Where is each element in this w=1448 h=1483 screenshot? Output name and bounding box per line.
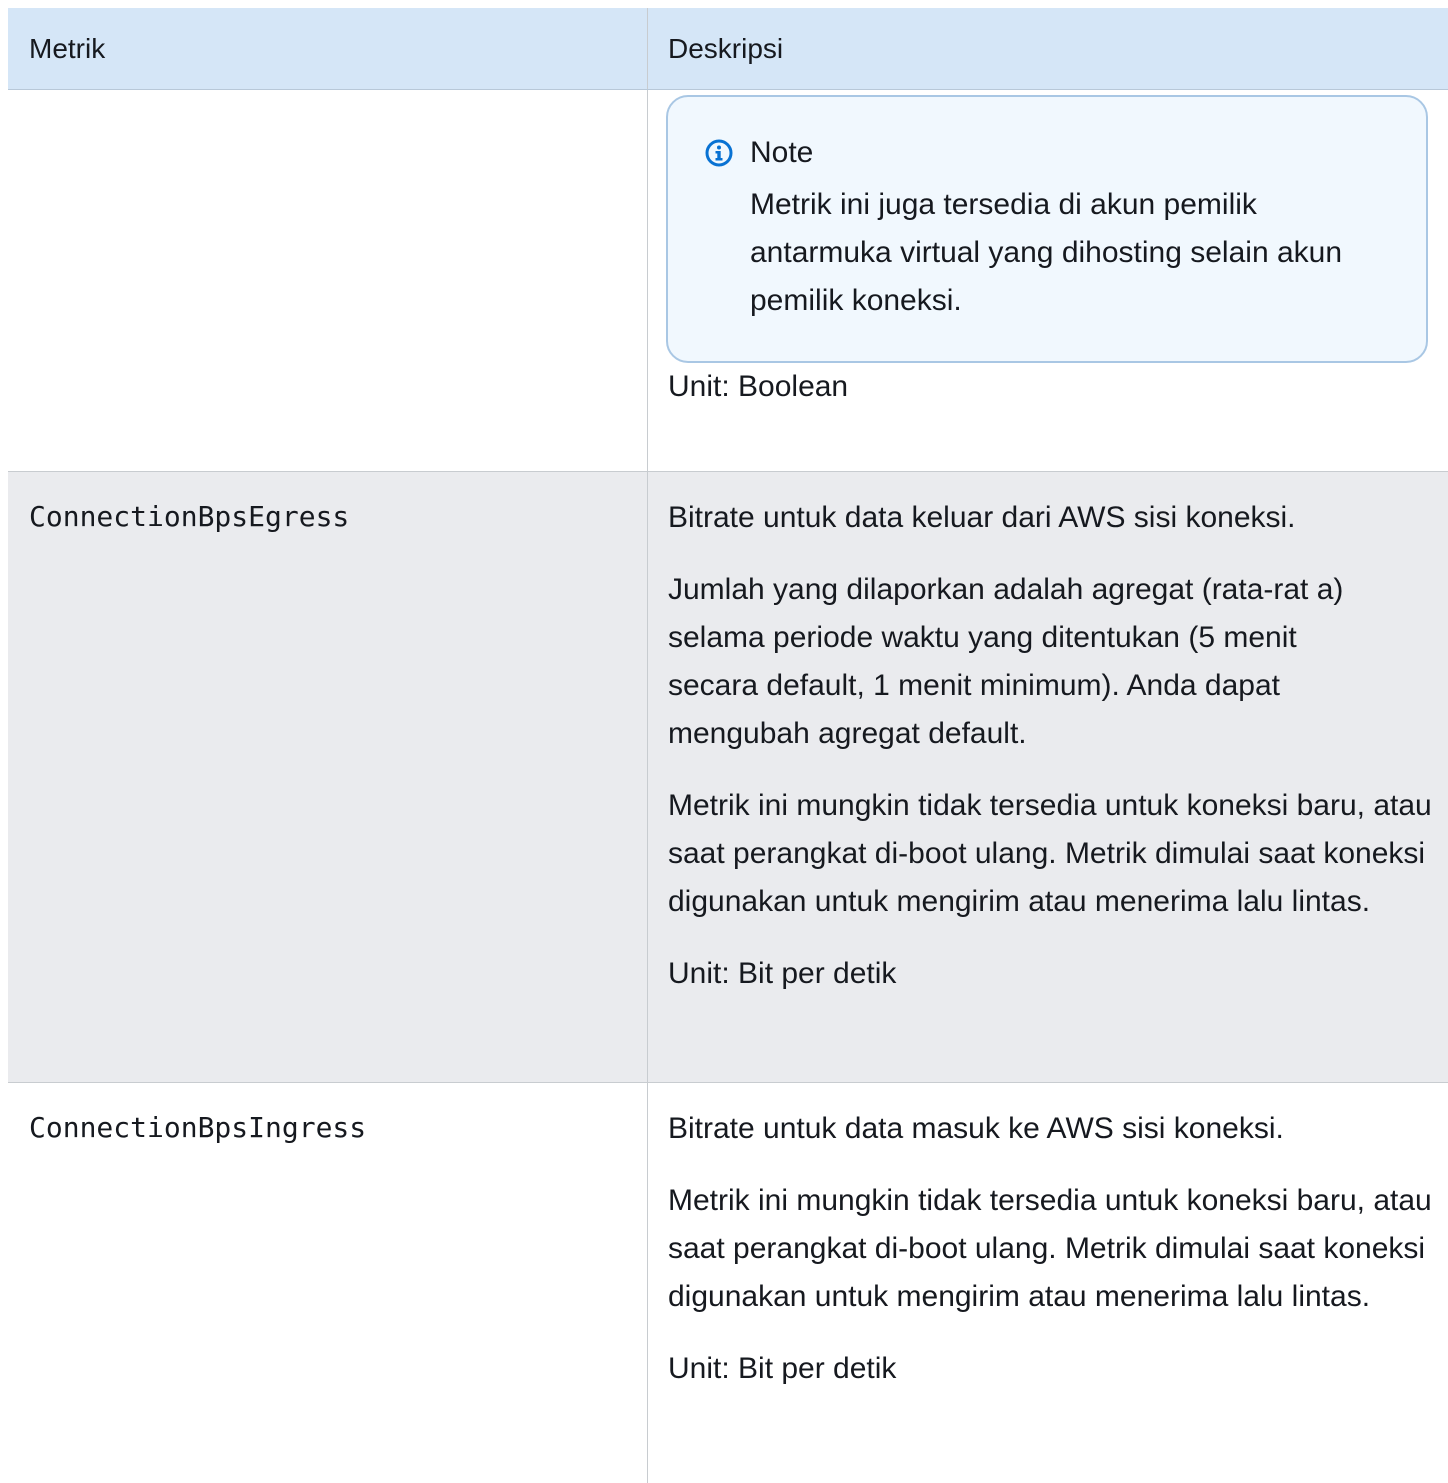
description-paragraph: Metrik ini mungkin tidak tersedia untuk … [668, 1184, 1432, 1313]
description-paragraph: Bitrate untuk data masuk ke AWS sisi kon… [668, 1112, 1284, 1145]
note-header: Note [704, 133, 1396, 173]
metric-name: ConnectionBpsEgress [29, 500, 350, 533]
unit-text: Unit: Bit per detik [668, 1352, 897, 1385]
metrics-table: Metrik Deskripsi Note Metrik ini juga te… [8, 8, 1448, 1483]
table-row: ConnectionBpsEgress Bitrate untuk data k… [8, 472, 1448, 1083]
metric-description: Note Metrik ini juga tersedia di akun pe… [647, 90, 1448, 471]
metric-name [8, 90, 647, 471]
table-header: Metrik Deskripsi [8, 8, 1448, 90]
metric-description: Bitrate untuk data keluar dari AWS sisi … [647, 472, 1448, 1082]
header-deskripsi: Deskripsi [647, 8, 1448, 89]
note-title: Note [750, 136, 814, 169]
table-row: Note Metrik ini juga tersedia di akun pe… [8, 90, 1448, 472]
metric-name: ConnectionBpsIngress [29, 1111, 367, 1144]
header-metrik: Metrik [29, 33, 106, 64]
unit-text: Unit: Boolean [668, 370, 849, 403]
description-paragraph: Bitrate untuk data keluar dari AWS sisi … [668, 501, 1296, 534]
unit-text: Unit: Bit per detik [668, 957, 897, 990]
note-box: Note Metrik ini juga tersedia di akun pe… [666, 95, 1428, 363]
table-row: ConnectionBpsIngress Bitrate untuk data … [8, 1083, 1448, 1483]
metric-description: Bitrate untuk data masuk ke AWS sisi kon… [647, 1083, 1448, 1483]
description-paragraph: Jumlah yang dilaporkan adalah agregat (r… [668, 573, 1344, 750]
description-paragraph: Metrik ini mungkin tidak tersedia untuk … [668, 789, 1432, 918]
note-text: Metrik ini juga tersedia di akun pemilik… [750, 188, 1343, 317]
info-circle-icon [704, 138, 734, 168]
